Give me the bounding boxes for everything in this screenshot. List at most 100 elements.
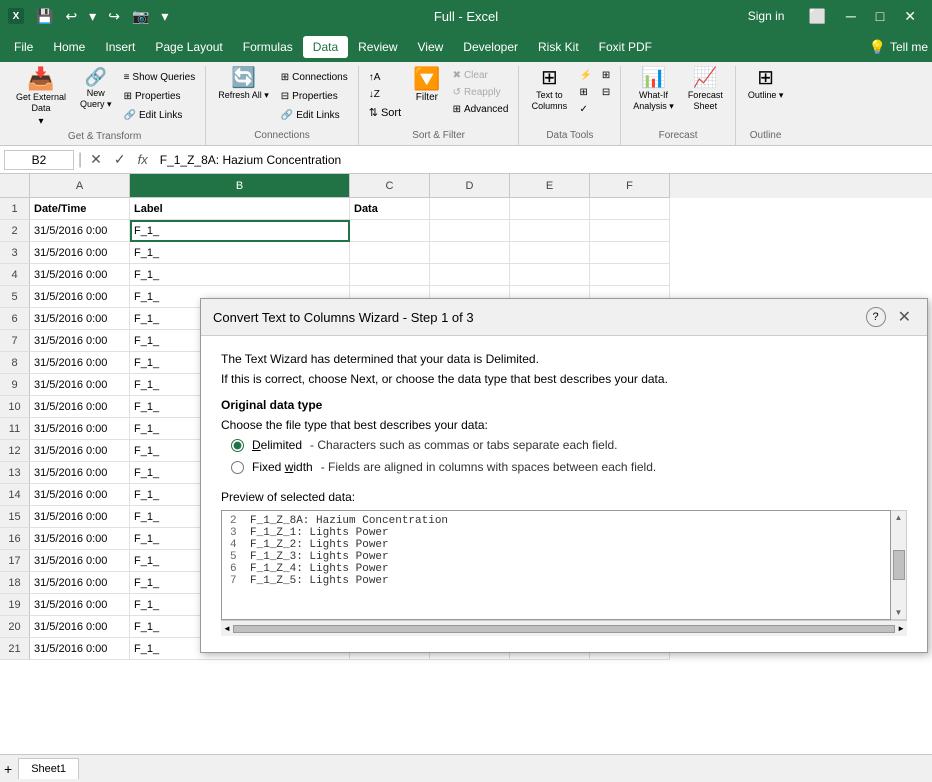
menu-foxit-pdf[interactable]: Foxit PDF	[589, 36, 662, 58]
menu-insert[interactable]: Insert	[95, 36, 145, 58]
menu-developer[interactable]: Developer	[453, 36, 528, 58]
menu-home[interactable]: Home	[43, 36, 95, 58]
cell-A2[interactable]: 31/5/2016 0:00	[30, 220, 130, 242]
sort-za-button[interactable]: ↓Z	[365, 87, 405, 102]
flash-fill-button[interactable]: ⚡	[575, 68, 595, 83]
customize-button[interactable]: ▾	[157, 6, 172, 27]
cell-A6[interactable]: 31/5/2016 0:00	[30, 308, 130, 330]
cell-B3[interactable]: F_1_	[130, 242, 350, 264]
cell-A11[interactable]: 31/5/2016 0:00	[30, 418, 130, 440]
relationships-button[interactable]: ⊟	[598, 85, 614, 100]
cell-A18[interactable]: 31/5/2016 0:00	[30, 572, 130, 594]
cell-C2[interactable]	[350, 220, 430, 242]
cell-D3[interactable]	[430, 242, 510, 264]
remove-duplicates-button[interactable]: ⊞	[575, 85, 595, 100]
radio-option-delimited[interactable]: Delimited - Characters such as commas or…	[231, 438, 907, 452]
ribbon-display-button[interactable]: ⬜	[800, 4, 833, 29]
filter-button[interactable]: 🔽 Filter	[407, 66, 446, 105]
text-to-columns-dialog[interactable]: Convert Text to Columns Wizard - Step 1 …	[200, 298, 928, 653]
advanced-button[interactable]: ⊞ Advanced	[449, 102, 513, 117]
h-scroll-left-icon[interactable]: ◄	[223, 624, 231, 633]
edit-links-button[interactable]: 🔗 Edit Links	[120, 108, 200, 123]
cell-F1[interactable]	[590, 198, 670, 220]
preview-box[interactable]: 2F_1_Z_8A: Hazium Concentration 3F_1_Z_1…	[221, 510, 891, 620]
formula-input[interactable]	[156, 153, 928, 167]
cell-D1[interactable]	[430, 198, 510, 220]
minimize-button[interactable]: ─	[838, 4, 864, 28]
col-header-E[interactable]: E	[510, 174, 590, 198]
menu-file[interactable]: File	[4, 36, 43, 58]
cell-A10[interactable]: 31/5/2016 0:00	[30, 396, 130, 418]
close-button[interactable]: ✕	[896, 4, 924, 29]
cell-A4[interactable]: 31/5/2016 0:00	[30, 264, 130, 286]
sheet-tab-sheet1[interactable]: Sheet1	[18, 758, 79, 779]
cell-B2[interactable]: F_1_	[130, 220, 350, 242]
cell-A16[interactable]: 31/5/2016 0:00	[30, 528, 130, 550]
camera-button[interactable]: 📷	[128, 6, 153, 27]
cell-A15[interactable]: 31/5/2016 0:00	[30, 506, 130, 528]
col-header-B[interactable]: B	[130, 174, 350, 198]
scroll-thumb[interactable]	[893, 550, 905, 580]
col-header-F[interactable]: F	[590, 174, 670, 198]
menu-data[interactable]: Data	[303, 36, 348, 58]
data-validation-button[interactable]: ✓	[575, 102, 595, 117]
clear-button[interactable]: ✖ Clear	[449, 68, 513, 83]
cell-A13[interactable]: 31/5/2016 0:00	[30, 462, 130, 484]
cell-A20[interactable]: 31/5/2016 0:00	[30, 616, 130, 638]
properties2-button[interactable]: ⊟ Properties	[277, 89, 352, 104]
properties-button[interactable]: ⊞ Properties	[120, 89, 200, 104]
cell-B4[interactable]: F_1_	[130, 264, 350, 286]
redo-button[interactable]: ↪	[104, 6, 124, 27]
cancel-formula-button[interactable]: ✕	[86, 151, 106, 168]
menu-risk-kit[interactable]: Risk Kit	[528, 36, 589, 58]
sort-button[interactable]: ⇅ Sort	[365, 104, 405, 121]
scroll-down-icon[interactable]: ▼	[895, 608, 903, 617]
h-scroll-right-icon[interactable]: ►	[897, 624, 905, 633]
dialog-close-button[interactable]: ✕	[894, 307, 915, 327]
reapply-button[interactable]: ↺ Reapply	[449, 85, 513, 100]
connections-button[interactable]: ⊞ Connections	[277, 70, 352, 85]
outline-button[interactable]: ⊞ Outline ▾	[742, 66, 790, 103]
radio-fixed-width[interactable]	[231, 461, 244, 474]
get-external-data-dropdown[interactable]: ▾	[39, 116, 44, 127]
consolidate-button[interactable]: ⊞	[598, 68, 614, 83]
cell-E4[interactable]	[510, 264, 590, 286]
cell-A19[interactable]: 31/5/2016 0:00	[30, 594, 130, 616]
cell-C1[interactable]: Data	[350, 198, 430, 220]
forecast-sheet-button[interactable]: 📈 ForecastSheet	[682, 66, 729, 114]
cell-C4[interactable]	[350, 264, 430, 286]
undo-button[interactable]: ↩	[61, 6, 81, 27]
save-button[interactable]: 💾	[32, 6, 57, 27]
undo-dropdown[interactable]: ▾	[85, 6, 100, 27]
preview-h-scroll[interactable]: ◄ ►	[221, 620, 907, 636]
radio-delimited[interactable]	[231, 439, 244, 452]
col-header-C[interactable]: C	[350, 174, 430, 198]
h-scroll-thumb[interactable]	[233, 625, 895, 633]
confirm-formula-button[interactable]: ✓	[110, 151, 130, 168]
cell-E3[interactable]	[510, 242, 590, 264]
cell-A1[interactable]: Date/Time	[30, 198, 130, 220]
scroll-up-icon[interactable]: ▲	[895, 513, 903, 522]
col-header-D[interactable]: D	[430, 174, 510, 198]
preview-scrollbar[interactable]: ▲ ▼	[891, 510, 907, 620]
sort-az-button[interactable]: ↑A	[365, 70, 405, 85]
edit-links2-button[interactable]: 🔗 Edit Links	[277, 108, 352, 123]
tell-me-input[interactable]: Tell me	[890, 40, 928, 54]
dialog-help-button[interactable]: ?	[866, 307, 886, 327]
cell-A8[interactable]: 31/5/2016 0:00	[30, 352, 130, 374]
maximize-button[interactable]: □	[868, 4, 892, 28]
cell-D2[interactable]	[430, 220, 510, 242]
cell-F3[interactable]	[590, 242, 670, 264]
menu-view[interactable]: View	[408, 36, 454, 58]
cell-C3[interactable]	[350, 242, 430, 264]
menu-formulas[interactable]: Formulas	[233, 36, 303, 58]
sign-in-link[interactable]: Sign in	[748, 9, 785, 23]
refresh-all-button[interactable]: 🔄 Refresh All ▾	[212, 66, 275, 103]
cell-A9[interactable]: 31/5/2016 0:00	[30, 374, 130, 396]
cell-E1[interactable]	[510, 198, 590, 220]
get-external-data-button[interactable]: 📥 Get ExternalData ▾	[10, 66, 72, 129]
cell-reference-input[interactable]: B2	[4, 150, 74, 170]
new-query-button[interactable]: 🔗 NewQuery ▾	[74, 66, 118, 112]
cell-A17[interactable]: 31/5/2016 0:00	[30, 550, 130, 572]
cell-A21[interactable]: 31/5/2016 0:00	[30, 638, 130, 660]
